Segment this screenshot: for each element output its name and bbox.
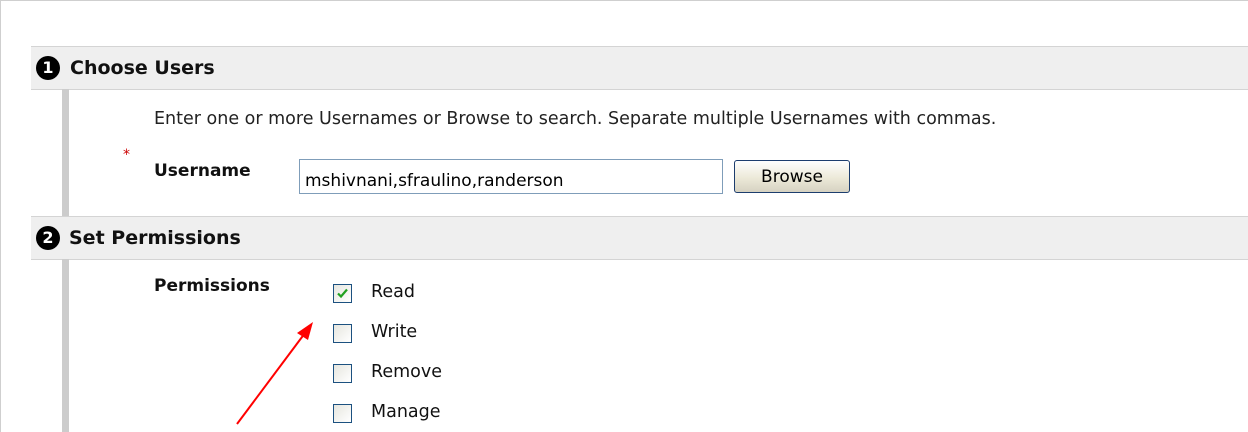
remove-label: Remove <box>371 362 443 382</box>
step-1-side-bar <box>62 89 69 216</box>
step-1-header: 1 Choose Users <box>31 46 1248 90</box>
username-input[interactable] <box>299 159 723 194</box>
step-2-side-bar <box>62 259 69 432</box>
step-1-number-badge: 1 <box>36 56 60 80</box>
username-label: Username <box>154 161 251 181</box>
permission-write[interactable]: Write <box>333 322 533 364</box>
browse-button[interactable]: Browse <box>734 160 850 193</box>
permissions-label: Permissions <box>154 276 270 296</box>
step-1-title: Choose Users <box>70 57 215 79</box>
top-border <box>0 0 1248 16</box>
manage-checkbox[interactable] <box>333 404 352 423</box>
permission-manage[interactable]: Manage <box>333 402 533 432</box>
checkmark-icon <box>337 288 348 299</box>
left-border <box>0 0 1 432</box>
read-label: Read <box>371 282 415 302</box>
required-marker: * <box>123 147 130 163</box>
permissions-checkbox-list: Read Write Remove Manage <box>333 282 533 432</box>
remove-checkbox[interactable] <box>333 364 352 383</box>
permission-read[interactable]: Read <box>333 282 533 324</box>
manage-label: Manage <box>371 402 441 422</box>
username-instructions: Enter one or more Usernames or Browse to… <box>154 109 997 129</box>
step-2-title: Set Permissions <box>69 227 241 249</box>
step-2-number-badge: 2 <box>36 226 60 250</box>
write-label: Write <box>371 322 418 342</box>
step-2-header: 2 Set Permissions <box>31 216 1248 260</box>
add-users-form: 1 Choose Users Enter one or more Usernam… <box>0 0 1248 432</box>
write-checkbox[interactable] <box>333 324 352 343</box>
read-checkbox[interactable] <box>333 284 352 303</box>
permission-remove[interactable]: Remove <box>333 362 533 404</box>
